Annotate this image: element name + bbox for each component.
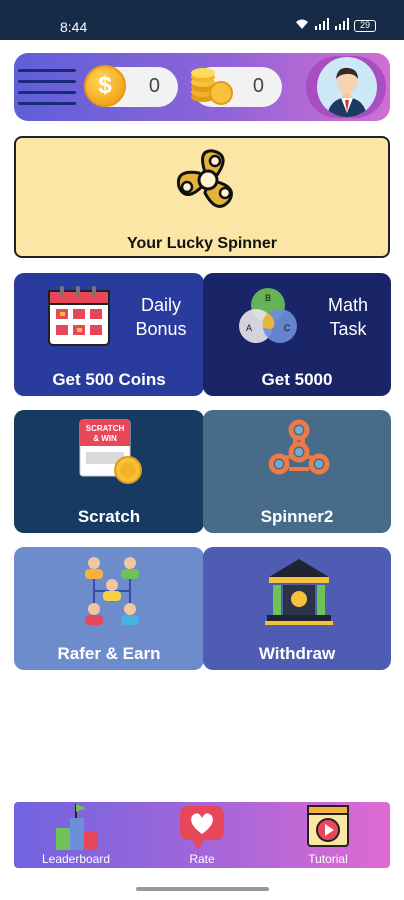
coin-icon: $: [84, 65, 126, 107]
daily-bonus-label: Get 500 Coins: [52, 370, 166, 389]
profile-avatar[interactable]: [306, 56, 386, 118]
math-task-tile[interactable]: B A C Math Task Get 5000: [203, 273, 391, 396]
leaderboard-icon: [56, 804, 98, 850]
battery-icon: 29: [354, 19, 376, 32]
bank-icon: [265, 559, 333, 625]
venn-a: A: [246, 323, 252, 333]
venn-diagram-icon: B A C: [239, 288, 297, 343]
venn-c: C: [284, 323, 291, 333]
daily-bonus-caption: Daily Bonus: [126, 293, 196, 341]
math-task-label: Get 5000: [261, 370, 333, 389]
withdraw-tile[interactable]: Withdraw: [203, 547, 391, 670]
nav-rate-label: Rate: [189, 852, 215, 866]
top-bar: $ 0 0: [14, 53, 390, 121]
daily-bonus-tile[interactable]: Daily Bonus Get 500 Coins: [14, 273, 204, 396]
scratch-card-icon: SCRATCH & WIN: [79, 419, 142, 484]
withdraw-label: Withdraw: [258, 644, 336, 663]
nav-leaderboard[interactable]: Leaderboard: [36, 802, 116, 868]
calendar-icon: [48, 286, 110, 346]
avatar-icon: [317, 57, 377, 117]
scratch-text-2: & WIN: [93, 434, 117, 443]
home-indicator[interactable]: [136, 887, 269, 891]
refer-earn-label: Rafer & Earn: [57, 644, 161, 663]
venn-b: B: [265, 293, 271, 303]
daily-caption-line-2: Bonus: [135, 319, 187, 339]
spinner2-tile[interactable]: Spinner2: [203, 410, 391, 533]
heart-rate-icon: [180, 806, 224, 850]
signal-icon-2: [334, 18, 350, 33]
wifi-icon: [294, 18, 310, 33]
daily-caption-line-1: Daily: [140, 295, 181, 315]
spinner2-label: Spinner2: [260, 507, 334, 526]
coin-balance-value: 0: [148, 75, 160, 97]
coin-balance[interactable]: $ 0: [84, 65, 178, 107]
scratch-tile[interactable]: SCRATCH & WIN Scratch: [14, 410, 204, 533]
bottom-nav: Leaderboard Rate Tutorial: [14, 802, 390, 868]
status-bar: 8:44 29: [0, 0, 404, 40]
nav-tutorial-label: Tutorial: [308, 852, 348, 866]
spinner-icon: [268, 419, 330, 475]
lucky-spinner-label: Your Lucky Spinner: [127, 235, 277, 252]
lucky-spinner-card[interactable]: Your Lucky Spinner: [14, 136, 390, 258]
nav-leaderboard-label: Leaderboard: [41, 852, 111, 866]
math-caption-line-1: Math: [327, 295, 369, 315]
fidget-spinner-icon: [176, 149, 233, 208]
video-tutorial-icon: [307, 805, 349, 847]
nav-rate[interactable]: Rate: [162, 802, 242, 868]
coin-stack-value: 0: [252, 75, 264, 97]
nav-tutorial[interactable]: Tutorial: [288, 802, 368, 868]
math-task-caption: Math Task: [313, 293, 383, 341]
coin-stack-icon: [191, 68, 233, 105]
scratch-text-1: SCRATCH: [86, 424, 125, 433]
scratch-label: Scratch: [77, 507, 141, 526]
menu-icon[interactable]: [18, 69, 76, 105]
coin-stack-balance[interactable]: 0: [191, 67, 282, 107]
referral-network-icon: [85, 557, 139, 625]
math-caption-line-2: Task: [329, 319, 367, 339]
status-time: 8:44: [60, 19, 88, 35]
refer-earn-tile[interactable]: Rafer & Earn: [14, 547, 204, 670]
signal-icon: [314, 18, 330, 33]
status-icons: 29: [294, 18, 376, 33]
